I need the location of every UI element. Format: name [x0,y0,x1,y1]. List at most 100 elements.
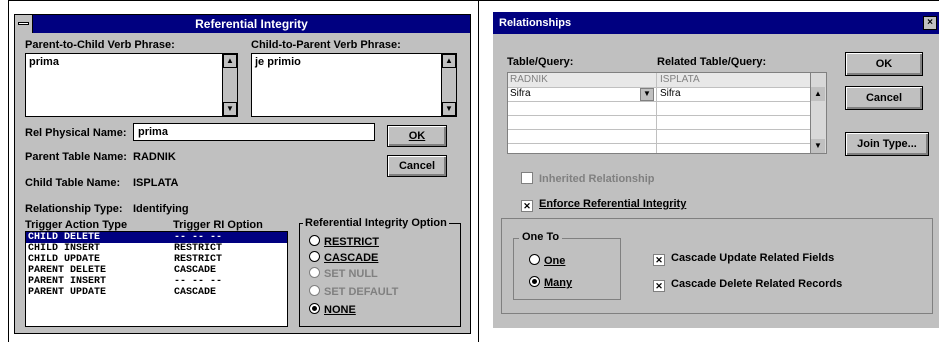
trigger-row[interactable]: PARENT DELETE CASCADE [26,265,287,276]
cascade-update-checkbox[interactable]: ✕ Cascade Update Related Fields [653,252,834,266]
grid-scrollbar[interactable]: ▲ ▼ [810,73,826,153]
ri-option-label: SET NULL [324,268,378,280]
radio-icon [309,235,320,246]
rel-physical-name-input[interactable]: prima [133,123,375,141]
frame-left-border [8,0,9,342]
trigger-action: CHILD INSERT [28,243,101,254]
trigger-ri-header: Trigger RI Option [173,219,263,231]
checkbox-checked-icon: ✕ [653,254,665,266]
parent-table-label: Parent Table Name: [25,151,127,163]
join-type-button[interactable]: Join Type... [845,132,929,156]
fields-grid[interactable]: RADNIK ISPLATA Sifra ▼ Sifra ▲ ▼ [507,72,827,154]
relationships-dialog-title: Relationships [499,17,572,29]
frame-top-border [8,0,939,1]
rel-physical-name-value: prima [138,126,168,138]
many-radio[interactable]: Many [529,276,572,289]
radio-icon [309,285,320,296]
trigger-row[interactable]: CHILD DELETE -- -- -- [26,232,287,243]
relationship-type-value: Identifying [133,203,189,215]
child-to-parent-scrollbar[interactable]: ▲ ▼ [441,54,456,116]
system-menu-button[interactable] [15,15,33,33]
cascade-delete-label: Cascade Delete Related Records [671,278,843,290]
ri-option-label: CASCADE [324,252,379,264]
cancel-button[interactable]: Cancel [845,86,923,110]
trigger-row[interactable]: PARENT UPDATE CASCADE [26,287,287,298]
frame-divider [478,0,479,342]
ri-option-set-default: SET DEFAULT [309,285,398,298]
checkbox-checked-icon: ✕ [653,280,665,292]
radio-icon [309,267,320,278]
grid-cell: Sifra [660,88,681,99]
trigger-option: RESTRICT [174,254,223,265]
dropdown-arrow-icon[interactable]: ▼ [640,88,654,101]
ri-option-set-null: SET NULL [309,267,378,280]
cascade-delete-checkbox[interactable]: ✕ Cascade Delete Related Records [653,278,842,292]
ri-option-none[interactable]: NONE [309,303,356,316]
radio-selected-icon [529,276,540,287]
ri-option-label: NONE [324,304,356,316]
one-to-group [513,238,621,300]
scroll-down-arrow-icon[interactable]: ▼ [811,139,825,153]
parent-to-child-textbox[interactable]: prima ▲ ▼ [25,53,238,117]
grid-line [508,115,811,116]
ri-option-label: SET DEFAULT [324,286,399,298]
trigger-row[interactable]: CHILD UPDATE RESTRICT [26,254,287,265]
trigger-action: PARENT UPDATE [28,287,107,298]
ri-option-restrict[interactable]: RESTRICT [309,235,379,248]
enforce-ri-checkbox[interactable]: ✕ Enforce Referential Integrity [521,198,686,212]
trigger-action: CHILD UPDATE [28,254,101,265]
ri-option-cascade[interactable]: CASCADE [309,251,378,264]
radio-icon [529,254,540,265]
child-to-parent-textbox[interactable]: je primio ▲ ▼ [251,53,457,117]
close-icon[interactable]: × [923,16,937,30]
parent-to-child-value: prima [29,56,59,68]
table-query-label: Table/Query: [507,56,574,68]
trigger-row[interactable]: PARENT INSERT -- -- -- [26,276,287,287]
grid-line [508,129,811,130]
ri-dialog-title: Referential Integrity [195,17,308,31]
child-to-parent-value: je primio [255,56,301,68]
enforce-label: Enforce Referential Integrity [539,198,687,210]
grid-row[interactable]: Sifra ▼ Sifra [508,87,811,102]
parent-to-child-label: Parent-to-Child Verb Phrase: [25,39,175,51]
trigger-row[interactable]: CHILD INSERT RESTRICT [26,243,287,254]
ok-button[interactable]: OK [387,125,447,147]
one-label: One [544,255,566,267]
trigger-action: PARENT INSERT [28,276,107,287]
one-radio[interactable]: One [529,254,565,267]
one-to-label: One To [519,231,563,243]
ri-option-label: RESTRICT [324,236,379,248]
scroll-up-arrow-icon[interactable]: ▲ [442,54,456,68]
scroll-down-arrow-icon[interactable]: ▼ [223,102,237,116]
trigger-action: CHILD DELETE [28,232,101,243]
grid-cell: ISPLATA [660,74,700,85]
scroll-down-arrow-icon[interactable]: ▼ [442,102,456,116]
ri-option-group-label: Referential Integrity Option [303,217,449,229]
trigger-option: CASCADE [174,287,217,298]
radio-selected-icon [309,303,320,314]
radio-icon [309,251,320,262]
relationships-dialog: Relationships × Table/Query: Related Tab… [493,12,939,328]
trigger-option: CASCADE [174,265,217,276]
cascade-update-label: Cascade Update Related Fields [671,252,835,264]
grid-cell: RADNIK [510,74,548,85]
inherited-label: Inherited Relationship [539,173,655,185]
trigger-list[interactable]: CHILD DELETE -- -- -- CHILD INSERT RESTR… [25,231,288,327]
checkbox-icon [521,172,533,184]
trigger-option: -- -- -- [174,232,223,243]
child-table-label: Child Table Name: [25,177,121,189]
ok-button[interactable]: OK [845,52,923,76]
grid-line [508,143,811,144]
cancel-button[interactable]: Cancel [387,155,447,177]
child-to-parent-label: Child-to-Parent Verb Phrase: [251,39,401,51]
scroll-up-arrow-icon[interactable]: ▲ [811,87,825,101]
checkbox-checked-icon: ✕ [521,200,533,212]
rel-physical-name-label: Rel Physical Name: [25,127,127,139]
scroll-up-arrow-icon[interactable]: ▲ [223,54,237,68]
system-menu-icon [18,22,29,25]
relationships-title-bar: Relationships × [493,12,939,34]
parent-table-value: RADNIK [133,151,176,163]
inherited-relationship-checkbox: Inherited Relationship [521,172,655,185]
parent-to-child-scrollbar[interactable]: ▲ ▼ [222,54,237,116]
referential-integrity-dialog: Referential Integrity Parent-to-Child Ve… [14,14,471,334]
